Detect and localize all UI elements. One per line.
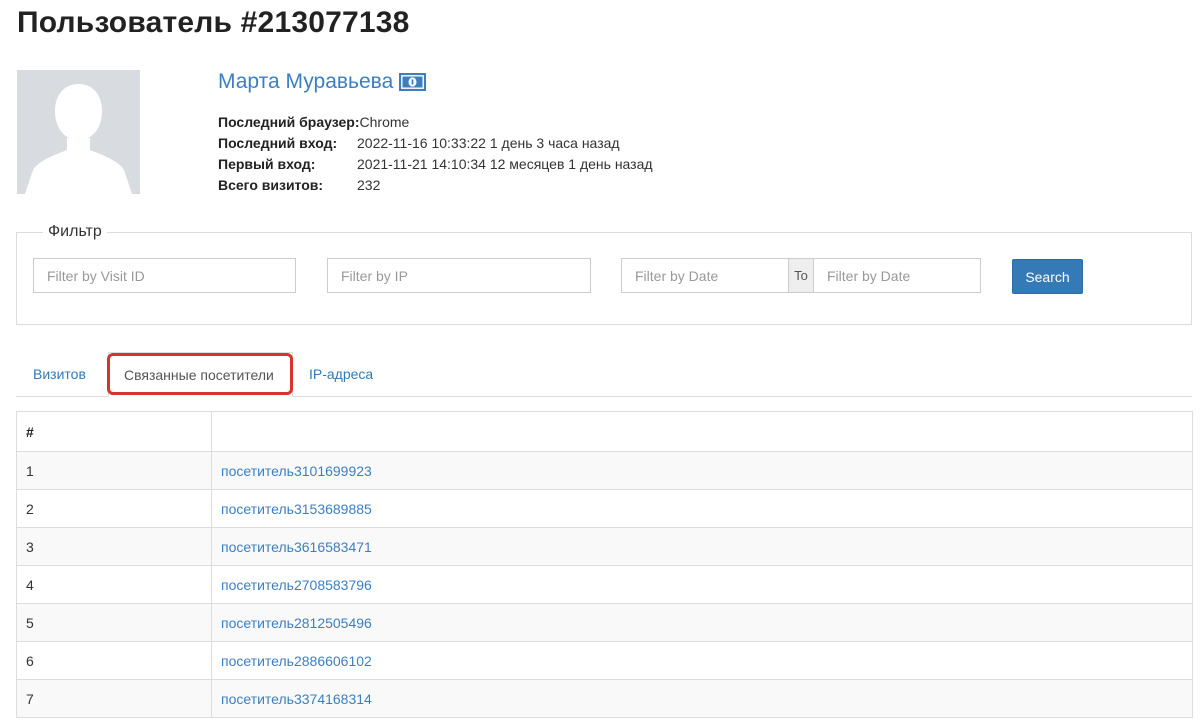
info-row-first-login: Первый вход: 2021-11-21 14:10:34 12 меся… [218,154,653,175]
table-row: 4 посетитель2708583796 [16,565,1193,604]
info-row-browser: Последний браузер: Chrome [218,112,653,133]
ip-filter-input[interactable] [327,258,591,293]
row-number: 2 [16,489,212,528]
table-row: 2 посетитель3153689885 [16,489,1193,528]
visitor-cell: посетитель3374168314 [211,679,1193,718]
info-row-total-visits: Всего визитов: 232 [218,175,653,196]
info-label: Последний вход: [218,135,338,151]
info-label: Последний браузер: [218,114,360,130]
profile-info: Последний браузер: Chrome Последний вход… [218,112,653,196]
table-row: 3 посетитель3616583471 [16,527,1193,566]
table-row: 5 посетитель2812505496 [16,603,1193,642]
column-header-visitor [211,411,1193,452]
visitor-link[interactable]: посетитель2708583796 [221,577,372,593]
user-name-text[interactable]: Марта Муравьева [218,70,393,94]
date-range-to-label: To [788,258,814,293]
date-to-filter-input[interactable] [813,258,981,293]
info-label: Первый вход: [218,156,316,172]
tab-related-visitors[interactable]: Связанные посетители [108,352,293,397]
money-icon [399,72,427,92]
info-value: Chrome [359,114,410,130]
visitor-link[interactable]: посетитель2886606102 [221,653,372,669]
info-value: 232 [357,177,381,193]
tab-visits[interactable]: Визитов [33,352,86,396]
visit-id-filter-input[interactable] [33,258,296,293]
info-value: 2021-11-21 14:10:34 12 месяцев 1 день на… [357,156,653,172]
user-silhouette-icon [17,70,140,194]
visitor-cell: посетитель3616583471 [211,527,1193,566]
page-title: Пользователь #213077138 [17,6,410,39]
row-number: 5 [16,603,212,642]
visitor-cell: посетитель2886606102 [211,641,1193,680]
table-row: 6 посетитель2886606102 [16,641,1193,680]
info-label: Всего визитов: [218,177,324,193]
user-name[interactable]: Марта Муравьева [218,70,427,94]
row-number: 3 [16,527,212,566]
filter-panel: Фильтр To Search [16,223,1192,325]
visitor-link[interactable]: посетитель3616583471 [221,539,372,555]
table-row: 7 посетитель3374168314 [16,679,1193,718]
visitor-cell: посетитель3101699923 [211,451,1193,490]
date-from-filter-input[interactable] [621,258,789,293]
filter-legend: Фильтр [43,223,107,241]
visitor-link[interactable]: посетитель3153689885 [221,501,372,517]
visitor-cell: посетитель2708583796 [211,565,1193,604]
table-row: 1 посетитель3101699923 [16,451,1193,490]
info-value: 2022-11-16 10:33:22 1 день 3 часа назад [357,135,620,151]
avatar [17,70,140,194]
tabs-bar: Визитов Связанные посетители IP-адреса [16,352,1192,397]
row-number: 7 [16,679,212,718]
row-number: 6 [16,641,212,680]
row-number: 1 [16,451,212,490]
visitor-cell: посетитель2812505496 [211,603,1193,642]
table-header-row: # [16,411,1193,452]
info-row-last-login: Последний вход: 2022-11-16 10:33:22 1 де… [218,133,653,154]
column-header-number: # [16,411,212,452]
search-button[interactable]: Search [1012,259,1083,294]
visitor-cell: посетитель3153689885 [211,489,1193,528]
related-visitors-table: # 1 посетитель3101699923 2 посетитель315… [16,411,1193,718]
tab-ip-addresses[interactable]: IP-адреса [309,352,373,396]
visitor-link[interactable]: посетитель3101699923 [221,463,372,479]
row-number: 4 [16,565,212,604]
visitor-link[interactable]: посетитель3374168314 [221,691,372,707]
visitor-link[interactable]: посетитель2812505496 [221,615,372,631]
